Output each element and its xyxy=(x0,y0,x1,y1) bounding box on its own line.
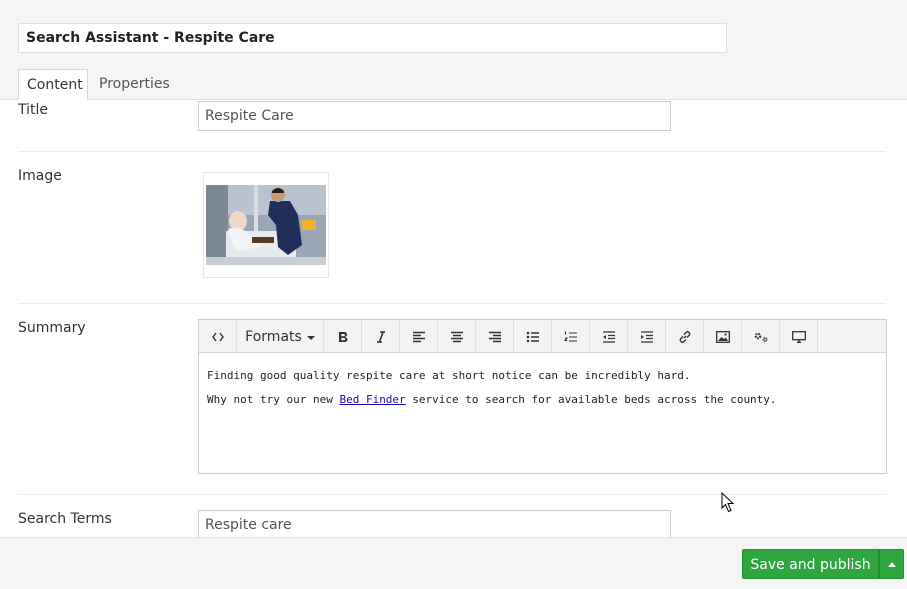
title-input[interactable]: Respite Care xyxy=(198,101,671,131)
photo-thumbnail-icon[interactable] xyxy=(206,185,326,265)
chevron-down-icon xyxy=(306,335,315,340)
outdent-icon[interactable] xyxy=(590,320,628,353)
save-and-publish-button[interactable]: Save and publish xyxy=(742,549,879,579)
macro-icon[interactable] xyxy=(742,320,780,353)
node-name-input[interactable]: Search Assistant - Respite Care xyxy=(18,23,727,53)
editor-footer: Save and publish xyxy=(0,537,907,589)
align-center-icon[interactable] xyxy=(438,320,476,353)
insert-image-icon[interactable] xyxy=(704,320,742,353)
publish-options-button[interactable] xyxy=(879,549,904,579)
caret-up-icon xyxy=(887,561,896,567)
image-picker[interactable] xyxy=(203,172,329,278)
bed-finder-link[interactable]: Bed Finder xyxy=(339,393,405,406)
summary-text: Why not try our new xyxy=(207,393,340,406)
summary-paragraph: Why not try our new Bed Finder service t… xyxy=(207,388,777,412)
formats-label: Formats xyxy=(245,328,302,345)
divider xyxy=(18,494,886,495)
image-label: Image xyxy=(18,168,62,184)
italic-icon[interactable] xyxy=(362,320,400,353)
numbered-list-icon[interactable] xyxy=(552,320,590,353)
editor-content[interactable]: Finding good quality respite care at sho… xyxy=(207,364,777,412)
source-code-icon[interactable] xyxy=(199,320,237,353)
align-right-icon[interactable] xyxy=(476,320,514,353)
mouse-pointer-icon xyxy=(721,492,735,513)
tab-properties[interactable]: Properties xyxy=(91,69,178,100)
summary-paragraph: Finding good quality respite care at sho… xyxy=(207,369,691,382)
bullet-list-icon[interactable] xyxy=(514,320,552,353)
divider xyxy=(18,151,886,152)
search-terms-label: Search Terms xyxy=(18,511,112,527)
align-left-icon[interactable] xyxy=(400,320,438,353)
search-terms-input[interactable]: Respite care xyxy=(198,510,671,537)
editor-header: Search Assistant - Respite Care Content … xyxy=(0,0,907,100)
divider xyxy=(18,303,886,304)
content-panel: Title Respite Care Image Summary Formats… xyxy=(0,100,907,537)
embed-icon[interactable] xyxy=(780,320,818,353)
link-icon[interactable] xyxy=(666,320,704,353)
summary-text: service to search for available beds acr… xyxy=(405,393,777,406)
summary-label: Summary xyxy=(18,320,86,336)
bold-icon[interactable] xyxy=(324,320,362,353)
editor-toolbar: Formats xyxy=(199,320,886,353)
title-label: Title xyxy=(18,102,49,118)
formats-dropdown[interactable]: Formats xyxy=(237,320,324,353)
rich-text-editor: Formats Finding good quality respite car… xyxy=(198,319,887,474)
indent-icon[interactable] xyxy=(628,320,666,353)
tab-content[interactable]: Content xyxy=(18,69,88,100)
